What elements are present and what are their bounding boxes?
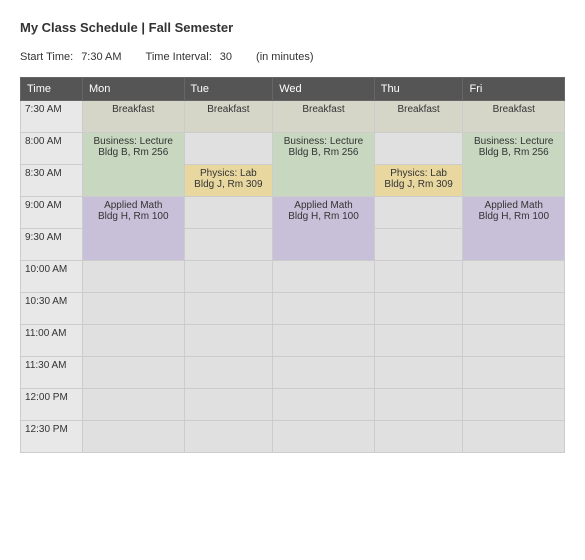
schedule-cell xyxy=(463,261,565,293)
schedule-cell xyxy=(184,229,273,261)
table-header-row: Time Mon Tue Wed Thu Fri xyxy=(21,78,565,101)
schedule-cell xyxy=(184,389,273,421)
schedule-cell xyxy=(273,293,375,325)
schedule-cell xyxy=(184,293,273,325)
schedule-cell: Physics: Lab Bldg J, Rm 309 xyxy=(184,165,273,197)
table-row: 10:30 AM xyxy=(21,293,565,325)
schedule-table: Time Mon Tue Wed Thu Fri 7:30 AMBreakfas… xyxy=(20,77,565,453)
schedule-cell xyxy=(273,261,375,293)
schedule-cell xyxy=(273,357,375,389)
table-row: 8:00 AMBusiness: Lecture Bldg B, Rm 256B… xyxy=(21,133,565,165)
time-cell: 8:00 AM xyxy=(21,133,83,165)
time-cell: 11:30 AM xyxy=(21,357,83,389)
meta-row: Start Time: 7:30 AM Time Interval: 30 (i… xyxy=(20,51,565,63)
time-cell: 12:00 PM xyxy=(21,389,83,421)
schedule-cell: Business: Lecture Bldg B, Rm 256 xyxy=(273,133,375,197)
interval-unit: (in minutes) xyxy=(256,51,313,63)
header-fri: Fri xyxy=(463,78,565,101)
schedule-cell xyxy=(374,357,463,389)
time-cell: 8:30 AM xyxy=(21,165,83,197)
time-cell: 10:00 AM xyxy=(21,261,83,293)
interval-value: 30 xyxy=(220,51,232,63)
schedule-cell xyxy=(184,325,273,357)
schedule-cell xyxy=(374,389,463,421)
schedule-cell: Applied Math Bldg H, Rm 100 xyxy=(83,197,185,261)
schedule-cell xyxy=(83,357,185,389)
schedule-cell xyxy=(463,293,565,325)
schedule-cell xyxy=(184,133,273,165)
interval-label: Time Interval: xyxy=(146,51,212,63)
time-cell: 7:30 AM xyxy=(21,101,83,133)
header-thu: Thu xyxy=(374,78,463,101)
time-cell: 10:30 AM xyxy=(21,293,83,325)
schedule-cell xyxy=(463,421,565,453)
time-cell: 9:00 AM xyxy=(21,197,83,229)
time-cell: 11:00 AM xyxy=(21,325,83,357)
schedule-cell: Applied Math Bldg H, Rm 100 xyxy=(273,197,375,261)
header-wed: Wed xyxy=(273,78,375,101)
schedule-cell: Business: Lecture Bldg B, Rm 256 xyxy=(83,133,185,197)
schedule-cell xyxy=(374,421,463,453)
table-row: 11:00 AM xyxy=(21,325,565,357)
schedule-cell: Breakfast xyxy=(374,101,463,133)
schedule-cell xyxy=(374,197,463,229)
schedule-cell xyxy=(83,293,185,325)
schedule-cell xyxy=(273,325,375,357)
schedule-cell xyxy=(184,197,273,229)
schedule-cell xyxy=(184,357,273,389)
time-cell: 9:30 AM xyxy=(21,229,83,261)
schedule-cell xyxy=(374,261,463,293)
schedule-cell xyxy=(184,421,273,453)
schedule-cell: Physics: Lab Bldg J, Rm 309 xyxy=(374,165,463,197)
schedule-cell: Breakfast xyxy=(83,101,185,133)
schedule-cell xyxy=(374,229,463,261)
start-time-label: Start Time: xyxy=(20,51,73,63)
schedule-cell xyxy=(273,389,375,421)
schedule-cell xyxy=(374,293,463,325)
schedule-cell xyxy=(374,325,463,357)
schedule-cell: Business: Lecture Bldg B, Rm 256 xyxy=(463,133,565,197)
table-row: 12:00 PM xyxy=(21,389,565,421)
schedule-cell xyxy=(463,325,565,357)
schedule-cell: Breakfast xyxy=(184,101,273,133)
schedule-cell xyxy=(83,261,185,293)
header-tue: Tue xyxy=(184,78,273,101)
table-row: 9:00 AMApplied Math Bldg H, Rm 100Applie… xyxy=(21,197,565,229)
table-row: 11:30 AM xyxy=(21,357,565,389)
schedule-cell xyxy=(374,133,463,165)
table-row: 12:30 PM xyxy=(21,421,565,453)
schedule-cell xyxy=(83,325,185,357)
time-cell: 12:30 PM xyxy=(21,421,83,453)
schedule-cell xyxy=(463,389,565,421)
start-time-value: 7:30 AM xyxy=(81,51,121,63)
schedule-cell: Breakfast xyxy=(273,101,375,133)
table-row: 10:00 AM xyxy=(21,261,565,293)
schedule-cell: Applied Math Bldg H, Rm 100 xyxy=(463,197,565,261)
page-title: My Class Schedule | Fall Semester xyxy=(20,20,565,35)
schedule-cell xyxy=(83,421,185,453)
schedule-cell xyxy=(184,261,273,293)
schedule-cell: Breakfast xyxy=(463,101,565,133)
schedule-cell xyxy=(463,357,565,389)
header-time: Time xyxy=(21,78,83,101)
header-mon: Mon xyxy=(83,78,185,101)
table-row: 7:30 AMBreakfastBreakfastBreakfastBreakf… xyxy=(21,101,565,133)
schedule-cell xyxy=(83,389,185,421)
schedule-cell xyxy=(273,421,375,453)
